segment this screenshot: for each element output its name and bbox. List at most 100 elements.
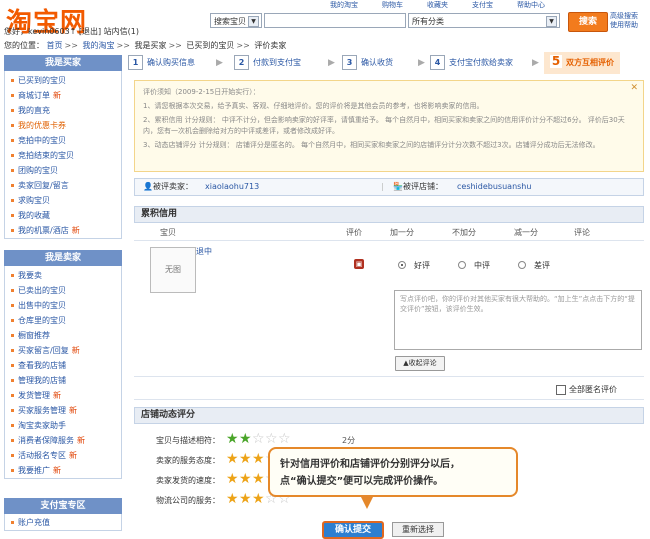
arrow-right-icon: ▶ bbox=[532, 58, 539, 68]
sidebar-item[interactable]: 已买到的宝贝 bbox=[5, 73, 121, 88]
seller-info-bar: 👤被评卖家： xiaolaohu713 | 🏪被评店铺： ceshidebusu… bbox=[134, 178, 644, 196]
sidebar-item[interactable]: 买家服务管理新 bbox=[5, 403, 121, 418]
sidebar-item[interactable]: 仓库里的宝贝 bbox=[5, 313, 121, 328]
new-badge: 新 bbox=[71, 226, 80, 235]
sidebar-item[interactable]: 已卖出的宝贝 bbox=[5, 283, 121, 298]
radio-neutral[interactable] bbox=[458, 261, 466, 269]
category-select[interactable]: 所有分类 ▼ bbox=[408, 13, 560, 28]
sidebar-item[interactable]: 我的收藏 bbox=[5, 208, 121, 223]
shop-name[interactable]: ceshidebusuanshu bbox=[457, 179, 531, 195]
radio-bad[interactable] bbox=[518, 261, 526, 269]
sidebar-buyer-title: 我是买家 bbox=[4, 55, 122, 71]
sidebar-item[interactable]: 淘宝卖家助手 bbox=[5, 418, 121, 433]
close-icon[interactable]: ✕ bbox=[630, 83, 638, 94]
anonymous-review-toggle[interactable]: 全部匿名评价 bbox=[556, 384, 617, 395]
dsr-score: 2分 bbox=[342, 436, 356, 445]
reset-button[interactable]: 重新选择 bbox=[392, 522, 444, 537]
bullet-icon bbox=[11, 469, 14, 472]
comment-textarea[interactable]: 写点评价吧，你的评价对其他买家有很大帮助的。“加上生”点点击下方的“提交评价”按… bbox=[394, 290, 642, 350]
bullet-icon bbox=[11, 349, 14, 352]
sidebar-item[interactable]: 消费者保障服务新 bbox=[5, 433, 121, 448]
breadcrumb-buyer: 我是买家 bbox=[134, 41, 167, 50]
sidebar-alipay-title: 支付宝专区 bbox=[4, 498, 122, 514]
star-icon[interactable]: ★ bbox=[239, 432, 252, 446]
star-icon[interactable]: ★ bbox=[239, 452, 252, 466]
star-icon[interactable]: ★ bbox=[239, 492, 252, 506]
search-button[interactable]: 搜索 bbox=[568, 12, 608, 32]
sidebar-item[interactable]: 团购的宝贝 bbox=[5, 163, 121, 178]
bullet-icon bbox=[11, 364, 14, 367]
search-input[interactable] bbox=[264, 13, 406, 28]
bullet-icon bbox=[11, 169, 14, 172]
step-2: 2 付款到支付宝 bbox=[234, 52, 301, 74]
top-link[interactable]: 我的淘宝 bbox=[330, 1, 358, 9]
sidebar-item[interactable]: 我的直充 bbox=[5, 103, 121, 118]
breadcrumb-home[interactable]: 首页 bbox=[47, 41, 63, 50]
sidebar-item[interactable]: 发货管理新 bbox=[5, 388, 121, 403]
sidebar-item[interactable]: 出售中的宝贝 bbox=[5, 298, 121, 313]
top-link[interactable]: 帮助中心 bbox=[517, 1, 545, 9]
search-scope-select[interactable]: 搜索宝贝 ▼ bbox=[210, 13, 262, 28]
sidebar-item[interactable]: 我要卖 bbox=[5, 268, 121, 283]
sidebar-item[interactable]: 求购宝贝 bbox=[5, 193, 121, 208]
credit-table-header: 宝贝 评价 加一分 不加分 减一分 评论 bbox=[160, 228, 590, 237]
bullet-icon bbox=[11, 439, 14, 442]
sidebar-item[interactable]: 我的机票/酒店新 bbox=[5, 223, 121, 238]
item-link[interactable]: 退中 bbox=[196, 246, 212, 257]
breadcrumb-my-taobao[interactable]: 我的淘宝 bbox=[83, 41, 115, 50]
bullet-icon bbox=[11, 79, 14, 82]
star-icon[interactable]: ★ bbox=[226, 492, 239, 506]
sidebar-item[interactable]: 竞拍中的宝贝 bbox=[5, 133, 121, 148]
user-icon: 👤 bbox=[143, 182, 153, 191]
bullet-icon bbox=[11, 334, 14, 337]
help-link[interactable]: 使用帮助 bbox=[610, 21, 638, 30]
bullet-icon bbox=[11, 304, 14, 307]
shop-icon: 🏪 bbox=[393, 182, 403, 191]
top-link[interactable]: 支付宝 bbox=[472, 1, 493, 9]
sidebar-item[interactable]: 买家留言/回复新 bbox=[5, 343, 121, 358]
top-link[interactable]: 收藏夹 bbox=[427, 1, 448, 9]
star-icon[interactable]: ★ bbox=[226, 432, 239, 446]
collapse-comment-button[interactable]: ▲收起评论 bbox=[395, 356, 445, 371]
seller-name[interactable]: xiaolaohu713 bbox=[205, 179, 259, 195]
review-notice: ✕ 评价须知（2009-2-15日开始实行）： 1、请您根据本次交易，给予真实、… bbox=[134, 80, 644, 172]
star-icon[interactable]: ★ bbox=[226, 452, 239, 466]
bullet-icon bbox=[11, 139, 14, 142]
bullet-icon bbox=[11, 184, 14, 187]
sidebar-item[interactable]: 查看我的店铺 bbox=[5, 358, 121, 373]
item-image-placeholder[interactable]: 无图 bbox=[150, 247, 196, 293]
sidebar-item[interactable]: 管理我的店铺 bbox=[5, 373, 121, 388]
star-icon[interactable]: ☆ bbox=[278, 432, 291, 446]
arrow-right-icon: ▶ bbox=[328, 58, 335, 68]
radio-good-label: 好评 bbox=[414, 261, 430, 270]
notice-item: 1、请您根据本次交易，给予真实、客观、仔细地评价。您的评价将是其他会员的参考，也… bbox=[143, 102, 484, 110]
advanced-search-link[interactable]: 高级搜索 bbox=[610, 12, 638, 21]
sidebar-item[interactable]: 活动报名专区新 bbox=[5, 448, 121, 463]
chevron-down-icon: ▼ bbox=[546, 16, 557, 27]
sidebar-item[interactable]: 橱窗推荐 bbox=[5, 328, 121, 343]
radio-good[interactable] bbox=[398, 261, 406, 269]
sidebar-item[interactable]: 商城订单新 bbox=[5, 88, 121, 103]
bullet-icon bbox=[11, 229, 14, 232]
sidebar-item[interactable]: 我的优惠卡券 bbox=[5, 118, 121, 133]
bullet-icon bbox=[11, 521, 14, 524]
sidebar-item[interactable]: 账户充值 bbox=[5, 515, 121, 530]
sidebar-item[interactable]: 竞拍结束的宝贝 bbox=[5, 148, 121, 163]
advanced-search-links: 高级搜索 使用帮助 bbox=[610, 12, 638, 30]
star-icon[interactable]: ★ bbox=[252, 472, 265, 486]
star-icon[interactable]: ★ bbox=[252, 452, 265, 466]
star-icon[interactable]: ★ bbox=[226, 472, 239, 486]
star-icon[interactable]: ★ bbox=[252, 492, 265, 506]
star-icon[interactable]: ☆ bbox=[252, 432, 265, 446]
sidebar-seller-list: 我要卖 已卖出的宝贝 出售中的宝贝 仓库里的宝贝 橱窗推荐 买家留言/回复新查看我的店铺管… bbox=[4, 266, 122, 479]
star-rating[interactable]: ★★☆☆☆ bbox=[226, 432, 291, 446]
submit-review-button[interactable]: 确认提交 bbox=[322, 521, 384, 539]
sidebar-item[interactable]: 卖家回复/留言 bbox=[5, 178, 121, 193]
star-icon[interactable]: ★ bbox=[239, 472, 252, 486]
bullet-icon bbox=[11, 409, 14, 412]
star-icon[interactable]: ☆ bbox=[265, 432, 278, 446]
anonymous-checkbox[interactable] bbox=[556, 384, 566, 395]
sidebar-item[interactable]: 我要推广新 bbox=[5, 463, 121, 478]
notice-title: 评价须知（2009-2-15日开始实行）： bbox=[143, 88, 260, 96]
top-link[interactable]: 购物车 bbox=[382, 1, 403, 9]
